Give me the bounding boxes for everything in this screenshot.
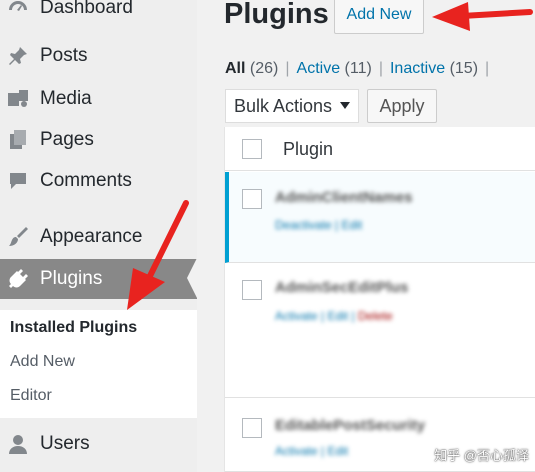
plugins-submenu: Installed Plugins Add New Editor (0, 310, 197, 418)
plugin-name[interactable]: AdminClientNames (275, 189, 413, 206)
sidebar-item-label: Plugins (40, 268, 103, 289)
sidebar-item-pages[interactable]: Pages (0, 120, 197, 160)
submenu-add-new[interactable]: Add New (10, 353, 75, 371)
row-checkbox[interactable] (242, 189, 262, 209)
plugin-status-filters: All (26) | Active (11) | Inactive (15) | (225, 60, 496, 78)
bulk-actions-select[interactable]: Bulk Actions (225, 89, 359, 123)
sidebar-item-dashboard[interactable]: Dashboard (0, 0, 197, 28)
select-all-checkbox[interactable] (242, 139, 262, 159)
table-header: Plugin (225, 127, 535, 171)
active-menu-pointer (187, 258, 197, 298)
sidebar-item-media[interactable]: Media (0, 79, 197, 119)
edit-link[interactable]: Edit (327, 444, 348, 458)
dashboard-icon (5, 0, 31, 21)
chevron-down-icon (340, 102, 350, 109)
page-title: Plugins (224, 0, 329, 30)
sidebar-item-label: Comments (40, 170, 132, 191)
pin-icon (5, 43, 31, 69)
brush-icon (5, 224, 31, 250)
column-header-plugin: Plugin (283, 139, 334, 159)
filter-separator: | (285, 60, 290, 77)
row-checkbox[interactable] (242, 280, 262, 300)
filter-all[interactable]: All (225, 60, 245, 77)
sidebar-item-users[interactable]: Users (0, 424, 197, 464)
main-content: Plugins Add New All (26) | Active (11) | Ina… (197, 0, 535, 472)
deactivate-link[interactable]: Deactivate (275, 218, 332, 232)
sidebar-item-label: Media (40, 88, 92, 109)
row-actions: Deactivate | Edit (275, 218, 363, 232)
table-row: AdminSecEditPlus Activate | Edit | Delet… (225, 264, 535, 398)
sidebar-item-label: Pages (40, 129, 94, 150)
filter-all-count: (26) (249, 60, 279, 77)
sidebar-item-label: Dashboard (40, 0, 133, 18)
plugins-table: Plugin AdminClientNames Deactivate | Edi… (224, 127, 535, 472)
sidebar-item-label: Users (40, 433, 90, 454)
submenu-editor[interactable]: Editor (10, 387, 52, 405)
activate-link[interactable]: Activate (275, 444, 318, 458)
plugin-name[interactable]: AdminSecEditPlus (275, 279, 408, 296)
apply-button[interactable]: Apply (367, 89, 437, 123)
filter-separator: | (378, 60, 383, 77)
delete-link[interactable]: Delete (358, 309, 393, 323)
sidebar-item-comments[interactable]: Comments (0, 161, 197, 201)
edit-link[interactable]: Edit (342, 218, 363, 232)
plug-icon (5, 266, 31, 292)
filter-inactive[interactable]: Inactive (390, 60, 445, 77)
plugin-name[interactable]: EditablePostSecurity (275, 417, 425, 434)
comment-icon (5, 168, 31, 194)
watermark: 知乎 @否心孤译 (434, 448, 529, 463)
row-actions: Activate | Edit (275, 444, 349, 458)
bulk-actions-value: Bulk Actions (234, 95, 333, 116)
filter-active-count: (11) (344, 60, 372, 77)
filter-separator: | (485, 60, 490, 77)
sidebar-item-label: Posts (40, 45, 88, 66)
table-row: AdminClientNames Deactivate | Edit (225, 172, 535, 263)
row-checkbox[interactable] (242, 418, 262, 438)
admin-sidebar: Dashboard Posts Media Pages Comments App… (0, 0, 197, 472)
filter-inactive-count: (15) (449, 60, 479, 77)
sidebar-item-appearance[interactable]: Appearance (0, 217, 197, 257)
pages-icon (5, 127, 31, 153)
sidebar-item-posts[interactable]: Posts (0, 36, 197, 76)
edit-link[interactable]: Edit (327, 309, 348, 323)
sidebar-item-label: Appearance (40, 226, 143, 247)
row-actions: Activate | Edit | Delete (275, 309, 393, 323)
filter-active[interactable]: Active (297, 60, 341, 77)
media-icon (5, 86, 31, 112)
user-icon (5, 431, 31, 457)
add-new-button[interactable]: Add New (334, 0, 424, 34)
submenu-installed-plugins[interactable]: Installed Plugins (10, 319, 137, 337)
activate-link[interactable]: Activate (275, 309, 318, 323)
sidebar-item-plugins[interactable]: Plugins (0, 259, 197, 299)
